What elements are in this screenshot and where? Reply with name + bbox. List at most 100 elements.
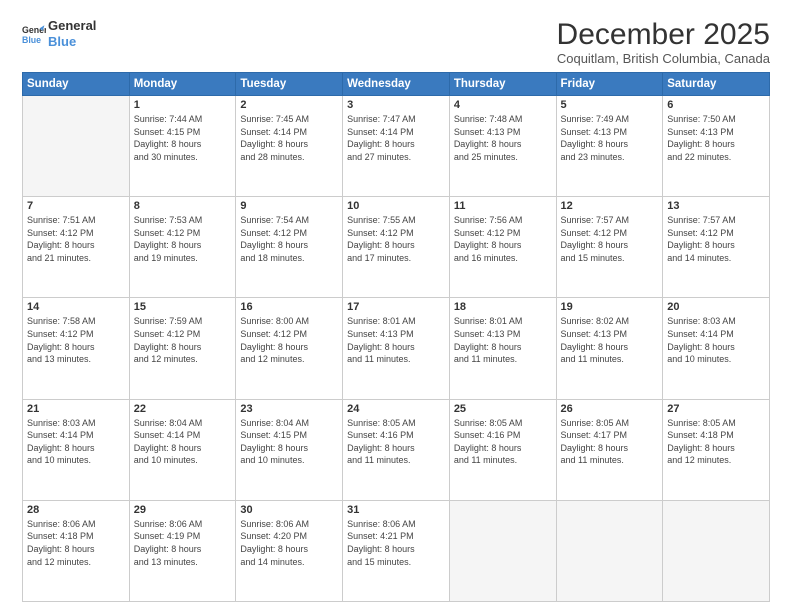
calendar-cell: 21 Sunrise: 8:03 AMSunset: 4:14 PMDayligh… — [23, 399, 130, 500]
day-info: Sunrise: 7:58 AMSunset: 4:12 PMDaylight:… — [27, 315, 125, 365]
calendar-cell: 16 Sunrise: 8:00 AMSunset: 4:12 PMDayligh… — [236, 298, 343, 399]
calendar-cell: 8 Sunrise: 7:53 AMSunset: 4:12 PMDaylight… — [129, 197, 236, 298]
day-info: Sunrise: 8:05 AMSunset: 4:16 PMDaylight:… — [454, 417, 552, 467]
header-day-thursday: Thursday — [449, 73, 556, 96]
day-number: 21 — [27, 403, 125, 415]
day-info: Sunrise: 7:44 AMSunset: 4:15 PMDaylight:… — [134, 113, 232, 163]
day-info: Sunrise: 7:53 AMSunset: 4:12 PMDaylight:… — [134, 214, 232, 264]
calendar-cell: 28 Sunrise: 8:06 AMSunset: 4:18 PMDayligh… — [23, 500, 130, 601]
day-number: 10 — [347, 200, 445, 212]
day-number: 2 — [240, 99, 338, 111]
day-info: Sunrise: 8:01 AMSunset: 4:13 PMDaylight:… — [347, 315, 445, 365]
day-number: 17 — [347, 301, 445, 313]
calendar-cell: 29Sunrise: 8:06 AMSunset: 4:19 PMDayligh… — [129, 500, 236, 601]
day-number: 22 — [134, 403, 232, 415]
day-info: Sunrise: 8:04 AMSunset: 4:14 PMDaylight:… — [134, 417, 232, 467]
day-info: Sunrise: 7:59 AMSunset: 4:12 PMDaylight:… — [134, 315, 232, 365]
calendar-cell — [663, 500, 770, 601]
calendar-cell: 9Sunrise: 7:54 AMSunset: 4:12 PMDaylight… — [236, 197, 343, 298]
day-number: 15 — [134, 301, 232, 313]
day-info: Sunrise: 7:49 AMSunset: 4:13 PMDaylight:… — [561, 113, 659, 163]
calendar-cell: 5 Sunrise: 7:49 AMSunset: 4:13 PMDaylight… — [556, 96, 663, 197]
day-number: 16 — [240, 301, 338, 313]
day-number: 30 — [240, 504, 338, 516]
week-row-1: 1 Sunrise: 7:44 AMSunset: 4:15 PMDaylight… — [23, 96, 770, 197]
header-day-sunday: Sunday — [23, 73, 130, 96]
calendar-cell: 3 Sunrise: 7:47 AMSunset: 4:14 PMDaylight… — [343, 96, 450, 197]
day-number: 12 — [561, 200, 659, 212]
day-info: Sunrise: 8:03 AMSunset: 4:14 PMDaylight:… — [27, 417, 125, 467]
day-info: Sunrise: 7:51 AMSunset: 4:12 PMDaylight:… — [27, 214, 125, 264]
logo-icon: General Blue — [22, 22, 46, 46]
calendar-cell: 31Sunrise: 8:06 AMSunset: 4:21 PMDayligh… — [343, 500, 450, 601]
week-row-3: 14 Sunrise: 7:58 AMSunset: 4:12 PMDayligh… — [23, 298, 770, 399]
day-number: 11 — [454, 200, 552, 212]
day-info: Sunrise: 8:06 AMSunset: 4:18 PMDaylight:… — [27, 518, 125, 568]
calendar-cell — [23, 96, 130, 197]
day-number: 20 — [667, 301, 765, 313]
title-block: December 2025 Coquitlam, British Columbi… — [557, 18, 770, 66]
day-info: Sunrise: 8:05 AMSunset: 4:17 PMDaylight:… — [561, 417, 659, 467]
subtitle: Coquitlam, British Columbia, Canada — [557, 51, 770, 66]
calendar-cell: 22 Sunrise: 8:04 AMSunset: 4:14 PMDayligh… — [129, 399, 236, 500]
header: General Blue General Blue December 2025 … — [22, 18, 770, 66]
week-row-2: 7Sunrise: 7:51 AMSunset: 4:12 PMDaylight… — [23, 197, 770, 298]
day-info: Sunrise: 7:56 AMSunset: 4:12 PMDaylight:… — [454, 214, 552, 264]
header-day-monday: Monday — [129, 73, 236, 96]
day-number: 19 — [561, 301, 659, 313]
day-info: Sunrise: 7:54 AMSunset: 4:12 PMDaylight:… — [240, 214, 338, 264]
day-number: 26 — [561, 403, 659, 415]
calendar-cell: 14 Sunrise: 7:58 AMSunset: 4:12 PMDayligh… — [23, 298, 130, 399]
calendar-cell: 20Sunrise: 8:03 AMSunset: 4:14 PMDayligh… — [663, 298, 770, 399]
day-number: 5 — [561, 99, 659, 111]
page: General Blue General Blue December 2025 … — [0, 0, 792, 612]
calendar-table: SundayMondayTuesdayWednesdayThursdayFrid… — [22, 72, 770, 602]
day-info: Sunrise: 8:05 AMSunset: 4:18 PMDaylight:… — [667, 417, 765, 467]
calendar-cell: 30Sunrise: 8:06 AMSunset: 4:20 PMDayligh… — [236, 500, 343, 601]
day-number: 3 — [347, 99, 445, 111]
calendar-cell: 13Sunrise: 7:57 AMSunset: 4:12 PMDayligh… — [663, 197, 770, 298]
header-day-tuesday: Tuesday — [236, 73, 343, 96]
calendar-cell: 17 Sunrise: 8:01 AMSunset: 4:13 PMDayligh… — [343, 298, 450, 399]
calendar-cell: 10 Sunrise: 7:55 AMSunset: 4:12 PMDayligh… — [343, 197, 450, 298]
calendar-header-row: SundayMondayTuesdayWednesdayThursdayFrid… — [23, 73, 770, 96]
day-info: Sunrise: 8:00 AMSunset: 4:12 PMDaylight:… — [240, 315, 338, 365]
day-info: Sunrise: 7:50 AMSunset: 4:13 PMDaylight:… — [667, 113, 765, 163]
day-number: 4 — [454, 99, 552, 111]
day-number: 27 — [667, 403, 765, 415]
calendar-cell: 12 Sunrise: 7:57 AMSunset: 4:12 PMDayligh… — [556, 197, 663, 298]
calendar-cell: 4Sunrise: 7:48 AMSunset: 4:13 PMDaylight… — [449, 96, 556, 197]
svg-text:Blue: Blue — [22, 34, 41, 44]
calendar-cell: 6 Sunrise: 7:50 AMSunset: 4:13 PMDaylight… — [663, 96, 770, 197]
logo-line1: General — [48, 18, 118, 34]
day-info: Sunrise: 7:57 AMSunset: 4:12 PMDaylight:… — [561, 214, 659, 264]
day-number: 13 — [667, 200, 765, 212]
calendar-cell — [556, 500, 663, 601]
calendar-cell: 27 Sunrise: 8:05 AMSunset: 4:18 PMDayligh… — [663, 399, 770, 500]
calendar-cell: 2Sunrise: 7:45 AMSunset: 4:14 PMDaylight… — [236, 96, 343, 197]
main-title: December 2025 — [557, 18, 770, 51]
calendar-cell: 15 Sunrise: 7:59 AMSunset: 4:12 PMDayligh… — [129, 298, 236, 399]
logo-line2: Blue — [48, 34, 118, 50]
day-number: 28 — [27, 504, 125, 516]
day-info: Sunrise: 8:04 AMSunset: 4:15 PMDaylight:… — [240, 417, 338, 467]
day-info: Sunrise: 7:47 AMSunset: 4:14 PMDaylight:… — [347, 113, 445, 163]
calendar-cell: 1 Sunrise: 7:44 AMSunset: 4:15 PMDaylight… — [129, 96, 236, 197]
day-number: 6 — [667, 99, 765, 111]
day-info: Sunrise: 8:06 AMSunset: 4:21 PMDaylight:… — [347, 518, 445, 568]
header-day-wednesday: Wednesday — [343, 73, 450, 96]
calendar-cell: 19 Sunrise: 8:02 AMSunset: 4:13 PMDayligh… — [556, 298, 663, 399]
calendar-cell: 23 Sunrise: 8:04 AMSunset: 4:15 PMDayligh… — [236, 399, 343, 500]
day-number: 8 — [134, 200, 232, 212]
day-info: Sunrise: 7:55 AMSunset: 4:12 PMDaylight:… — [347, 214, 445, 264]
day-number: 25 — [454, 403, 552, 415]
day-info: Sunrise: 8:05 AMSunset: 4:16 PMDaylight:… — [347, 417, 445, 467]
day-info: Sunrise: 8:02 AMSunset: 4:13 PMDaylight:… — [561, 315, 659, 365]
day-number: 1 — [134, 99, 232, 111]
calendar-cell: 25 Sunrise: 8:05 AMSunset: 4:16 PMDayligh… — [449, 399, 556, 500]
header-day-friday: Friday — [556, 73, 663, 96]
day-number: 14 — [27, 301, 125, 313]
calendar-cell — [449, 500, 556, 601]
day-number: 18 — [454, 301, 552, 313]
day-number: 23 — [240, 403, 338, 415]
